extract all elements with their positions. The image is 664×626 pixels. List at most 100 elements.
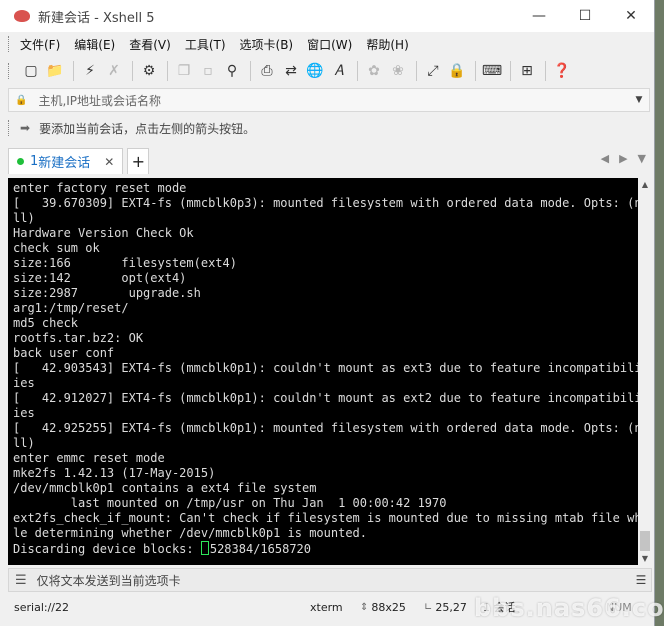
help-icon[interactable]: ❓ [551, 60, 573, 82]
vertical-scrollbar[interactable]: ▲ ▼ [638, 178, 652, 565]
menu-view[interactable]: 查看(V) [129, 36, 171, 53]
terminal-line-text: [ 42.912027] EXT4-fs (mmcblk0p1): couldn… [13, 391, 638, 405]
terminal-line: size:142 opt(ext4) [13, 271, 638, 286]
status-terminal-type: xterm [310, 600, 343, 614]
terminal-output[interactable]: enter factory reset mode[ 39.670309] EXT… [8, 178, 638, 565]
terminal-line: ies [13, 406, 638, 421]
tab-index: 1 [30, 154, 39, 169]
xshell-logo-icon [14, 10, 30, 22]
properties-icon[interactable]: ⚙ [138, 60, 160, 82]
close-button[interactable]: ✕ [608, 0, 654, 32]
chevron-down-icon[interactable]: ▼ [629, 95, 649, 105]
fullscreen-icon[interactable]: ⤢ [422, 60, 444, 82]
transfer-icon[interactable]: ⇄ [280, 60, 302, 82]
add-tab-button[interactable]: + [127, 148, 150, 174]
toolbar: ▢ 📁 ⚡ ✗ ⚙ ❐ ▫ ⚲ ⎙ ⇄ 🌐 𝐴 ✿ ❀ ⤢ 🔒 ⌨ ⊞ ❓ [0, 56, 654, 86]
tab-label: 新建会话 [38, 156, 91, 171]
title-bar[interactable]: 新建会话 - Xshell 5 — ☐ ✕ [0, 0, 654, 32]
size-icon: ⇕ [360, 601, 369, 613]
terminal-line-text: arg1:/tmp/reset/ [13, 301, 129, 315]
scroll-down-icon[interactable]: ▼ [638, 554, 652, 563]
terminal-line-text: ll) [13, 211, 35, 225]
window-title: 新建会话 - Xshell 5 [38, 10, 155, 26]
terminal-line-text: back user conf [13, 346, 115, 360]
terminal-line: md5 check [13, 316, 638, 331]
terminal-line: size:166 filesystem(ext4) [13, 256, 638, 271]
status-size-value: 88x25 [371, 600, 406, 614]
terminal-lines: enter factory reset mode[ 39.670309] EXT… [8, 178, 638, 556]
tab-next-icon[interactable]: ▶ [619, 152, 627, 165]
copy-icon[interactable]: ❐ [173, 60, 195, 82]
menu-tab[interactable]: 选项卡(B) [240, 36, 294, 53]
address-input[interactable]: 主机,IP地址或会话名称 [38, 92, 629, 109]
open-folder-icon[interactable]: 📁 [44, 60, 66, 82]
address-bar[interactable]: 🔒 主机,IP地址或会话名称 ▼ [8, 88, 650, 112]
find-icon[interactable]: ⚲ [221, 60, 243, 82]
terminal-line-text: ies [13, 406, 35, 420]
terminal-line-text: Discarding device blocks: [13, 542, 201, 556]
new-tab-icon[interactable]: ⊞ [516, 60, 538, 82]
xftp-icon[interactable]: ✿ [363, 60, 385, 82]
terminal-line: ies [13, 376, 638, 391]
terminal-line-text: ext2fs_check_if_mount: Can't check if fi… [13, 511, 638, 525]
add-session-arrow-icon[interactable]: ➡ [20, 121, 30, 135]
menu-bar: 文件(F) 编辑(E) 查看(V) 工具(T) 选项卡(B) 窗口(W) 帮助(… [0, 32, 654, 56]
menu-window[interactable]: 窗口(W) [307, 36, 352, 53]
terminal-line-text: last mounted on /tmp/usr on Thu Jan 1 00… [13, 496, 447, 510]
font-icon[interactable]: 𝐴 [328, 60, 350, 82]
menu-file[interactable]: 文件(F) [20, 36, 60, 53]
toolbar-separator [545, 61, 546, 81]
keyboard-icon[interactable]: ⌨ [481, 60, 503, 82]
lock-icon: 🔒 [15, 94, 28, 106]
new-session-icon[interactable]: ▢ [20, 60, 42, 82]
lock-icon[interactable]: 🔒 [446, 60, 468, 82]
tunnel-icon[interactable]: ❀ [387, 60, 409, 82]
status-connection: serial://22 [14, 600, 69, 614]
maximize-button[interactable]: ☐ [562, 0, 608, 32]
menu-edit[interactable]: 编辑(E) [74, 36, 115, 53]
toolbar-separator [132, 61, 133, 81]
hintbar-grip [8, 120, 12, 136]
terminal-line: ll) [13, 211, 638, 226]
compose-bar[interactable]: ☰ 仅将文本发送到当前选项卡 ☰ [8, 568, 652, 592]
connect-icon[interactable]: ⚡ [79, 60, 101, 82]
terminal-line: [ 42.903543] EXT4-fs (mmcblk0p1): couldn… [13, 361, 638, 376]
scroll-thumb[interactable] [640, 531, 650, 551]
tab-prev-icon[interactable]: ◀ [601, 152, 609, 165]
toolbar-separator [510, 61, 511, 81]
terminal-line-text: le determining whether /dev/mmcblk0p1 is… [13, 526, 368, 540]
menu-tools[interactable]: 工具(T) [185, 36, 226, 53]
compose-menu-icon[interactable]: ☰ [15, 573, 27, 588]
terminal-line: Discarding device blocks: 528384/1658720 [13, 541, 638, 556]
terminal-line: ll) [13, 436, 638, 451]
terminal-line: mke2fs 1.42.13 (17-May-2015) [13, 466, 638, 481]
globe-icon[interactable]: 🌐 [304, 60, 326, 82]
tab-close-icon[interactable]: ✕ [104, 155, 114, 169]
terminal-line-text: Hardware Version Check Ok [13, 226, 194, 240]
terminal-line-text: ll) [13, 436, 35, 450]
terminal-line: [ 42.925255] EXT4-fs (mmcblk0p1): mounte… [13, 421, 638, 436]
toolbar-separator [357, 61, 358, 81]
scroll-up-icon[interactable]: ▲ [638, 180, 652, 189]
minimize-button[interactable]: — [516, 0, 562, 32]
terminal-line-text: [ 42.925255] EXT4-fs (mmcblk0p1): mounte… [13, 421, 638, 435]
terminal-line-text: md5 check [13, 316, 79, 330]
paste-icon[interactable]: ▫ [197, 60, 219, 82]
print-icon[interactable]: ⎙ [256, 60, 278, 82]
compose-options-icon[interactable]: ☰ [631, 573, 651, 587]
desktop-background [655, 0, 664, 626]
toolbar-separator [167, 61, 168, 81]
terminal-line-text: size:166 filesystem(ext4) [13, 256, 237, 270]
tab-list-icon[interactable]: ▼ [638, 152, 646, 165]
terminal-line: le determining whether /dev/mmcblk0p1 is… [13, 526, 638, 541]
menu-help[interactable]: 帮助(H) [366, 36, 408, 53]
menubar-grip [8, 36, 12, 52]
terminal-line-text: [ 42.903543] EXT4-fs (mmcblk0p1): couldn… [13, 361, 638, 375]
disconnect-icon[interactable]: ✗ [103, 60, 125, 82]
toolbar-separator [416, 61, 417, 81]
terminal-line-text: check sum ok [13, 241, 100, 255]
tab-navigation: ◀ ▶ ▼ [601, 152, 646, 165]
toolbar-separator [250, 61, 251, 81]
watermark: bbs.nas66.com [474, 594, 664, 622]
tab-session[interactable]: 1 新建会话 ✕ [8, 148, 124, 174]
